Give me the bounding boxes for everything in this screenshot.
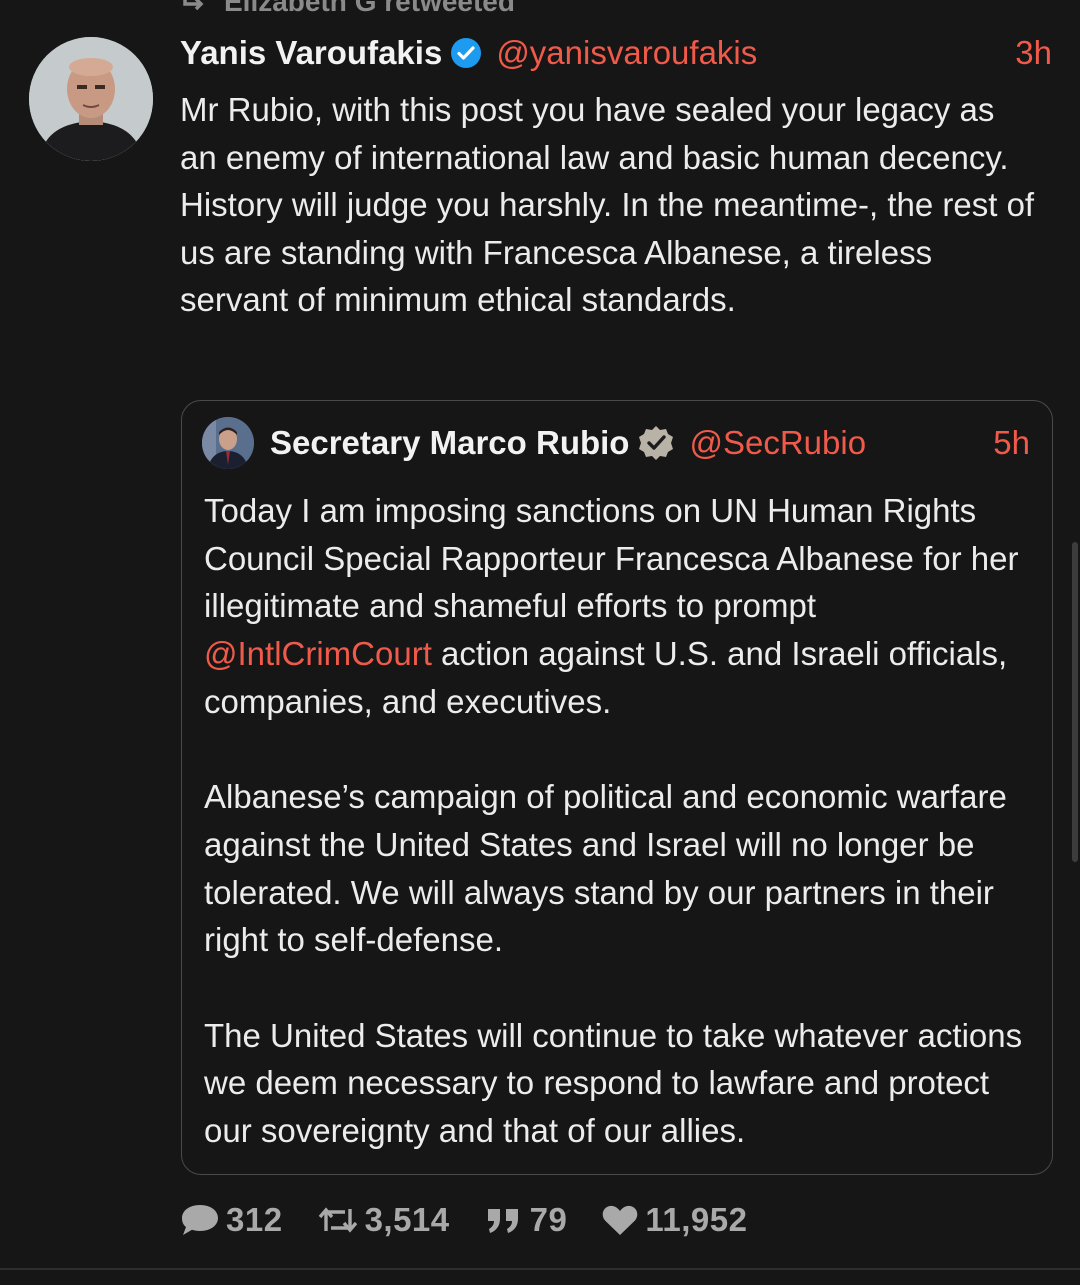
repost-button[interactable]: 3,514 [317, 1201, 450, 1239]
author-avatar[interactable] [29, 37, 153, 161]
author-name[interactable]: Yanis Varoufakis [180, 34, 442, 72]
tweet-time[interactable]: 3h [1015, 34, 1052, 72]
tweet-text: Mr Rubio, with this post you have sealed… [180, 91, 1044, 318]
repost-count: 3,514 [364, 1201, 450, 1238]
scrollbar[interactable] [1072, 542, 1078, 862]
quoted-author-name[interactable]: Secretary Marco Rubio [270, 424, 629, 462]
quote-count: 79 [529, 1201, 568, 1238]
quoted-tweet[interactable]: Secretary Marco Rubio @SecRubio 5h Today… [181, 400, 1053, 1175]
engagement-bar: 312 3,514 79 11,952 [180, 1196, 782, 1244]
quoted-paragraph-1: Today I am imposing sanctions on UN Huma… [204, 487, 1040, 726]
quote-button[interactable]: 79 [484, 1201, 568, 1239]
reply-count: 312 [226, 1201, 283, 1238]
quoted-paragraph-2: Albanese’s campaign of political and eco… [204, 778, 1007, 959]
post-view: Elizabeth G retweeted Yanis Varoufakis @… [0, 0, 1080, 1285]
like-button[interactable]: 11,952 [601, 1201, 747, 1239]
quoted-paragraph-3: The United States will continue to take … [204, 1016, 1023, 1150]
retweet-context[interactable]: Elizabeth G retweeted [182, 0, 515, 18]
verified-badge-icon [451, 38, 482, 68]
heart-icon [603, 1205, 638, 1235]
quote-marks-icon [487, 1209, 518, 1233]
quoted-author-avatar[interactable] [202, 417, 254, 469]
author-handle[interactable]: @yanisvaroufakis [496, 34, 757, 72]
gray-verified-badge-icon [639, 426, 674, 460]
reply-button[interactable]: 312 [180, 1201, 283, 1239]
retweet-icon [183, 0, 204, 11]
retweet-label: Elizabeth G retweeted [224, 0, 515, 17]
reply-bubble-icon [182, 1205, 218, 1235]
tweet-header: Yanis Varoufakis @yanisvaroufakis 3h [180, 30, 1052, 76]
mention-link[interactable]: @IntlCrimCourt [204, 635, 432, 672]
quoted-tweet-header: Secretary Marco Rubio @SecRubio 5h [270, 419, 1030, 467]
avatar-image [29, 37, 153, 161]
quoted-author-handle[interactable]: @SecRubio [689, 424, 866, 462]
quoted-p1-text-start: Today I am imposing sanctions on UN Huma… [204, 492, 1019, 625]
divider [0, 1268, 1080, 1270]
quoted-tweet-time[interactable]: 5h [993, 424, 1030, 462]
quoted-tweet-text: Today I am imposing sanctions on UN Huma… [204, 487, 1040, 1155]
quoted-avatar-image [202, 417, 254, 469]
like-count: 11,952 [645, 1201, 748, 1238]
repost-icon [318, 1207, 357, 1233]
